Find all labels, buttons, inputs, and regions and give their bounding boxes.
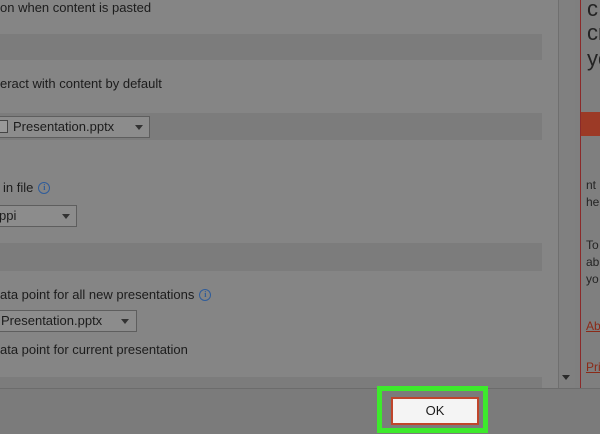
background-text: yo [586,272,599,286]
background-document-panel: c cr yo nt hel To abl yo Ab Pri [575,0,600,388]
info-icon[interactable]: i [199,289,212,301]
dropdown-value: Presentation.pptx [1,313,103,328]
chevron-down-icon [62,214,70,219]
dropdown-value: ppi [0,208,17,223]
section-band [0,34,542,60]
data-point-presentation-dropdown[interactable]: Presentation.pptx [0,310,137,332]
background-text: hel [586,195,600,209]
background-text: abl [586,255,600,269]
ok-button[interactable]: OK [391,397,479,425]
data-point-current-label: ata point for current presentation [0,342,188,357]
section-band [0,243,542,271]
chevron-down-icon [135,125,143,130]
document-icon [0,120,8,133]
background-text: cr [587,20,600,45]
background-link[interactable]: Ab [586,319,600,333]
background-text: nt [586,178,597,192]
info-icon[interactable]: i [38,182,51,194]
options-content: on when content is pasted eract with con… [0,0,558,388]
interact-option-text: eract with content by default [0,76,162,91]
dialog-footer [0,388,600,434]
background-link[interactable]: Pri [586,360,600,374]
vertical-scrollbar[interactable] [558,0,576,388]
background-text: To [586,238,599,252]
scroll-down-arrow-icon[interactable] [562,375,570,380]
paste-option-text: on when content is pasted [0,0,152,15]
resolution-dropdown[interactable]: ppi [0,205,77,227]
dropdown-value: Presentation.pptx [13,119,115,134]
background-text: c [587,0,598,21]
image-size-label: in file i [3,180,51,195]
chevron-down-icon [121,319,129,324]
data-point-all-label: ata point for all new presentations i [0,287,212,302]
background-text: yo [587,46,600,71]
background-red-bar [581,112,600,136]
interact-presentation-dropdown[interactable]: Presentation.pptx [0,116,150,138]
